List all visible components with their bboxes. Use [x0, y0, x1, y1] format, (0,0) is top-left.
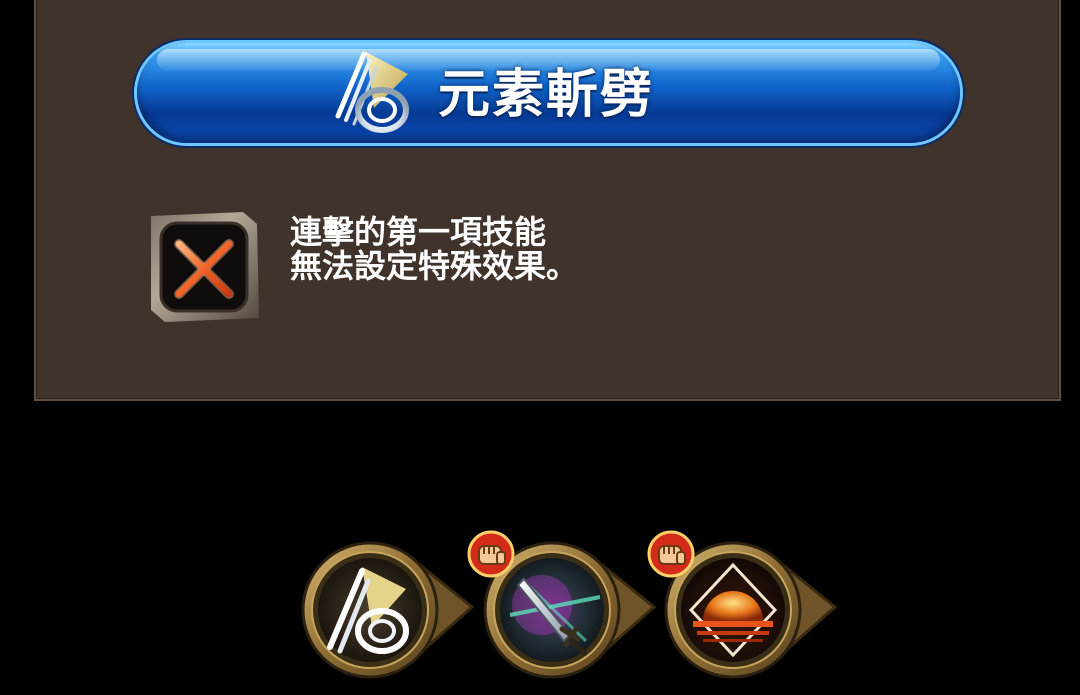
elemental-slash-icon — [335, 51, 409, 133]
combo-restriction-text: 連擊的第一項技能 無法設定特殊效果。 — [290, 215, 578, 283]
fist-icon — [647, 530, 695, 578]
skill-name: 元素斬劈 — [438, 65, 655, 125]
disabled-x-icon — [151, 212, 259, 322]
notice-line-1: 連擊的第一項技能 — [290, 213, 547, 251]
skill-slot-elemental-slash[interactable] — [300, 535, 475, 685]
fist-icon — [467, 530, 515, 578]
game-screen: 元素斬劈 連擊的第一項技能 無法設定特殊效果。 — [0, 0, 1080, 695]
notice-line-2: 無法設定特殊效果。 — [290, 247, 579, 285]
